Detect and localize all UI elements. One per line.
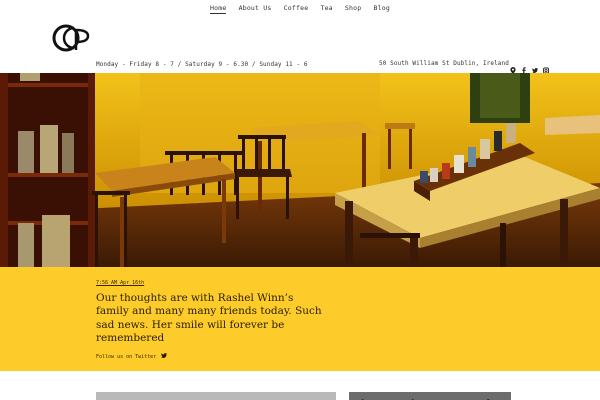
social-links xyxy=(510,59,549,74)
nav-blog[interactable]: Blog xyxy=(374,4,390,13)
nav-shop[interactable]: Shop xyxy=(345,4,361,13)
nav-tea[interactable]: Tea xyxy=(320,4,332,13)
location-pin-icon[interactable] xyxy=(510,59,516,74)
nav-home[interactable]: Home xyxy=(210,4,227,14)
twitter-icon xyxy=(161,353,168,360)
post-thumbnail-2[interactable] xyxy=(349,392,511,400)
address: 50 South William St Dublin, Ireland xyxy=(379,60,509,67)
opening-hours: Monday - Friday 8 - 7 / Saturday 9 - 6.3… xyxy=(96,61,308,68)
follow-twitter-link[interactable]: Follow us on Twitter xyxy=(96,353,168,360)
post-thumbnail-1[interactable] xyxy=(96,392,336,400)
facebook-icon[interactable] xyxy=(521,59,527,74)
cafe-interior-photo xyxy=(0,73,600,267)
follow-label: Follow us on Twitter xyxy=(96,353,157,360)
main-nav: Home About Us Coffee Tea Shop Blog xyxy=(0,4,600,14)
twitter-icon[interactable] xyxy=(532,59,538,73)
nav-about-us[interactable]: About Us xyxy=(239,4,272,13)
instagram-icon[interactable] xyxy=(543,59,549,74)
post-timestamp[interactable]: 7:56 AM Apr 16th xyxy=(96,280,144,286)
nav-coffee[interactable]: Coffee xyxy=(284,4,309,13)
post-text: Our thoughts are with Rashel Winn’s fami… xyxy=(96,292,322,344)
ccp-monogram-logo[interactable] xyxy=(52,20,92,56)
